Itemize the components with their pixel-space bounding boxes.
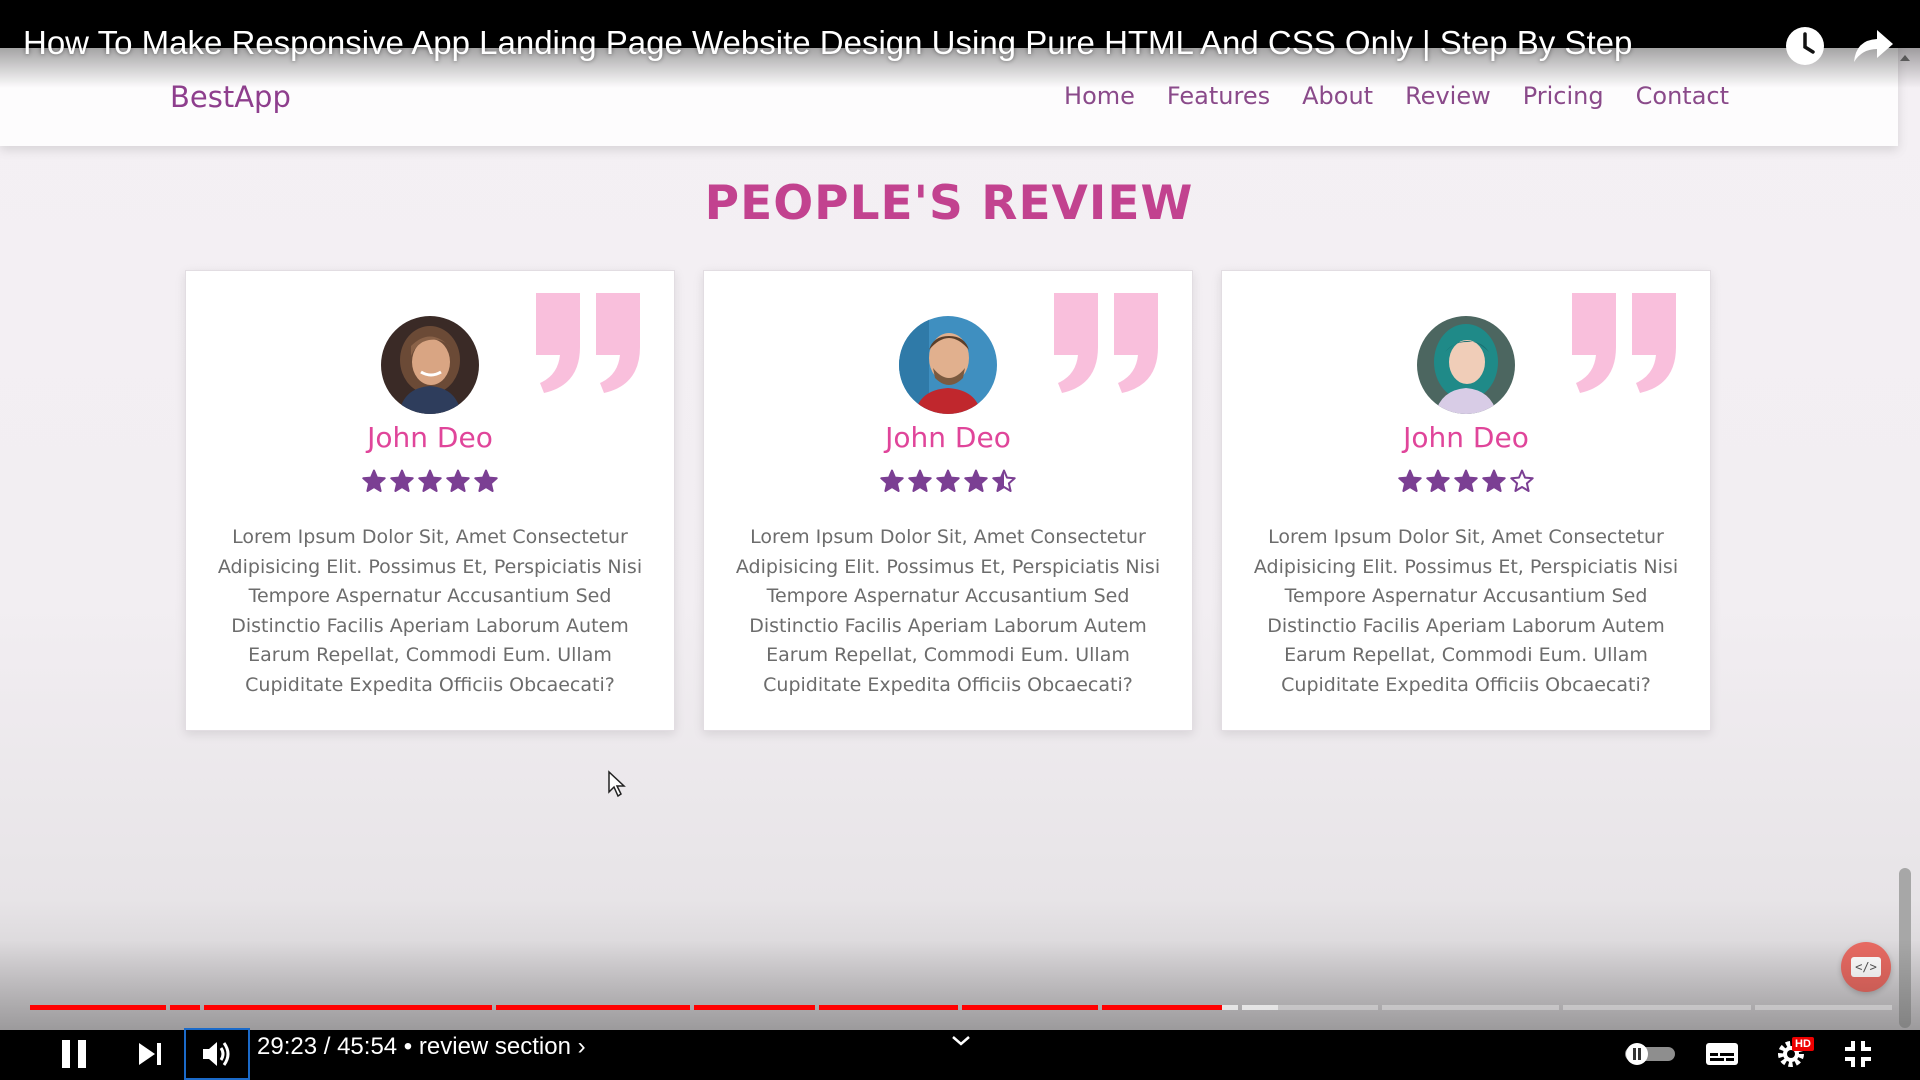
chevron-down-icon[interactable] [950,1033,972,1049]
progress-chapter[interactable] [1242,1005,1378,1010]
pause-icon [62,1040,86,1068]
volume-icon [203,1042,230,1066]
played-fill [30,1005,166,1010]
star-icon [1398,469,1422,492]
played-fill [170,1005,200,1010]
autoplay-icon [1625,1043,1675,1065]
progress-bar[interactable] [30,1005,1892,1010]
star-icon [964,469,988,492]
time-separator: / [317,1033,338,1060]
progress-chapter[interactable] [819,1005,958,1010]
review-card: John Deo Lorem Ipsum Dolor Sit, Amet Con… [703,270,1193,731]
reviewer-name: John Deo [367,421,493,454]
watch-later-icon[interactable] [1783,24,1827,68]
star-icon [936,469,960,492]
star-icon [1426,469,1450,492]
star-rating [704,469,1192,493]
star-icon [446,469,470,492]
star-icon [880,469,904,492]
exit-fullscreen-button[interactable] [1836,1028,1880,1080]
landing-page: BestApp Home Features About Review Prici… [0,0,1920,1080]
review-text: Lorem Ipsum Dolor Sit, Amet Consectetur … [217,526,643,696]
review-card: John Deo Lorem Ipsum Dolor Sit, Amet Con… [1221,270,1711,731]
star-icon [390,469,414,492]
review-text: Lorem Ipsum Dolor Sit, Amet Consectetur … [735,526,1161,696]
progress-chapter[interactable] [1755,1005,1892,1010]
next-button[interactable] [128,1028,172,1080]
mouse-pointer-icon [608,770,626,798]
reviewer-name: John Deo [885,421,1011,454]
progress-chapter[interactable] [170,1005,200,1010]
played-fill [694,1005,815,1010]
played-fill [496,1005,690,1010]
progress-chapter[interactable] [1563,1005,1751,1010]
star-icon [418,469,442,492]
progress-chapter[interactable] [1102,1005,1238,1010]
review-section-heading: PEOPLE'S REVIEW [704,176,1194,231]
played-fill [204,1005,492,1010]
skip-next-icon [139,1043,161,1065]
duration: 45:54 [337,1033,398,1060]
star-half-icon [992,469,1016,492]
reviewer-avatar [1417,316,1515,414]
time-display: 29:23 / 45:54 • review section › [257,1033,586,1061]
quote-icon [1054,293,1158,393]
chapter-title[interactable]: review section › [419,1033,586,1060]
star-icon [1482,469,1506,492]
quote-icon [536,293,640,393]
progress-chapter[interactable] [30,1005,166,1010]
hd-badge: HD [1792,1037,1814,1051]
review-card: John Deo Lorem Ipsum Dolor Sit, Amet Con… [185,270,675,731]
quote-icon [1572,293,1676,393]
mute-button[interactable] [184,1028,250,1080]
star-rating [1222,469,1710,493]
share-icon[interactable] [1850,24,1896,68]
autoplay-toggle[interactable] [1622,1028,1678,1080]
progress-chapter[interactable] [204,1005,492,1010]
star-icon [362,469,386,492]
progress-chapter[interactable] [1382,1005,1559,1010]
review-text: Lorem Ipsum Dolor Sit, Amet Consectetur … [1253,526,1679,696]
buffered-fill [1242,1005,1278,1010]
reviewer-avatar [899,316,997,414]
settings-button[interactable]: HD [1764,1028,1818,1080]
subtitles-button[interactable] [1700,1028,1744,1080]
subtitles-icon [1706,1043,1738,1065]
played-fill [819,1005,958,1010]
pause-button[interactable] [52,1028,96,1080]
progress-chapter[interactable] [694,1005,815,1010]
reviewer-avatar [381,316,479,414]
reviewer-name: John Deo [1403,421,1529,454]
played-fill [1102,1005,1222,1010]
star-empty-icon [1510,469,1534,492]
star-rating [186,469,674,493]
current-time: 29:23 [257,1033,318,1060]
exit-fullscreen-icon [1845,1041,1871,1067]
progress-chapter[interactable] [496,1005,690,1010]
chapter-separator: • [397,1033,419,1060]
played-fill [962,1005,1098,1010]
star-icon [908,469,932,492]
star-icon [1454,469,1478,492]
video-title[interactable]: How To Make Responsive App Landing Page … [23,24,1632,62]
progress-chapter[interactable] [962,1005,1098,1010]
star-icon [474,469,498,492]
